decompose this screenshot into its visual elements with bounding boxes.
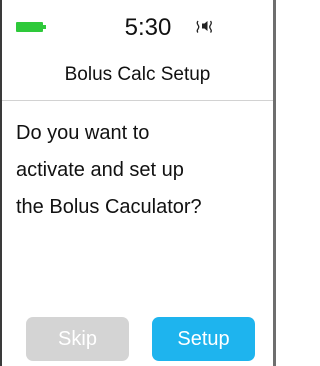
status-time: 5:30 [124,14,172,41]
title-bar: Bolus Calc Setup [2,52,273,100]
screen-right-edge [273,0,276,366]
prompt-line: activate and set up [16,159,184,181]
header-divider [2,100,273,101]
page-title: Bolus Calc Setup [64,64,211,85]
battery-tip [43,25,46,29]
battery-icon [16,22,46,32]
setup-button[interactable]: Setup [152,317,255,361]
status-bar: 5:30 [2,0,273,52]
device-screen: 5:30 Bolus Calc Setup Do you want to act… [0,0,276,366]
speaker-vibrate-icon [195,18,217,34]
battery-body [16,22,43,32]
prompt-message: Do you want to activate and set up the B… [16,115,268,226]
prompt-line: the Bolus Caculator? [16,196,202,218]
prompt-line: Do you want to [16,122,150,144]
skip-button[interactable]: Skip [26,317,129,361]
